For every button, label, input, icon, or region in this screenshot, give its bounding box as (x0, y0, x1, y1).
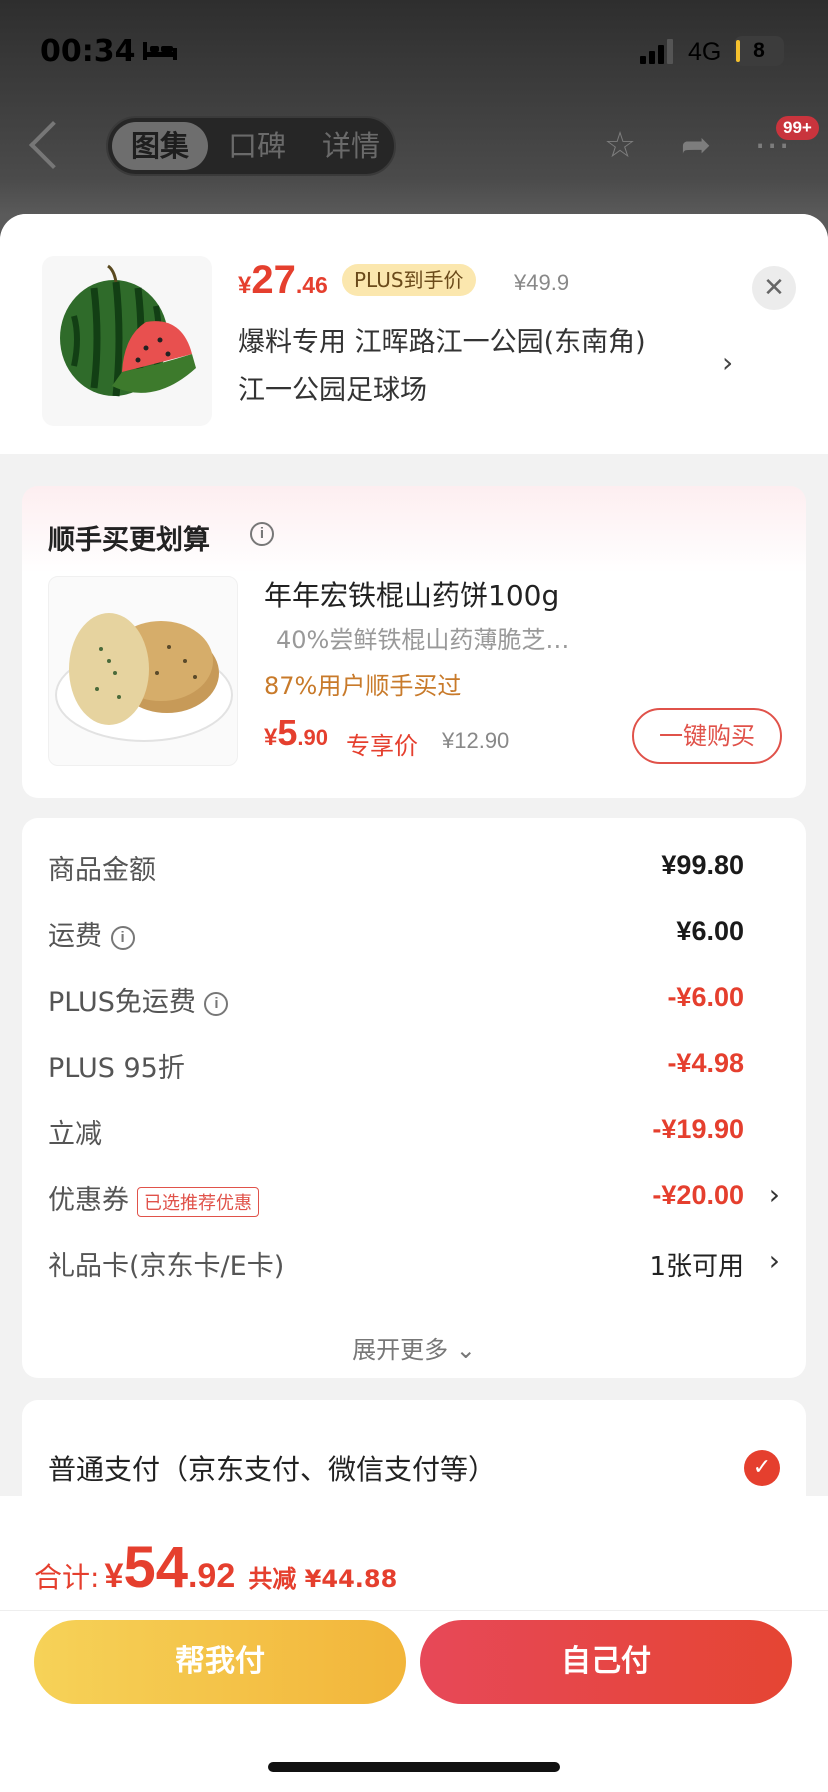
signal-icon (640, 38, 674, 64)
message-count-badge: 99+ (776, 116, 819, 140)
summary-row-goods-amount: 商品金额 ¥99.80 (48, 850, 744, 886)
tab-reviews[interactable]: 口碑 (212, 118, 302, 174)
summary-row-gift-card[interactable]: 礼品卡(京东卡/E卡) 1张可用 › (48, 1244, 780, 1284)
pay-myself-button[interactable]: 自己付 (420, 1620, 792, 1704)
chevron-right-icon[interactable]: › (722, 346, 733, 379)
order-total: 合计: ¥54.92 共减 ¥44.88 (34, 1535, 398, 1600)
share-icon[interactable]: ➦ (676, 126, 716, 166)
status-time: 00:34 (40, 34, 136, 69)
network-type: 4G (688, 38, 722, 66)
upsell-product-desc: 40%尝鲜铁棍山药薄脆芝… (276, 626, 570, 654)
tab-details[interactable]: 详情 (306, 118, 396, 174)
summary-row-coupon[interactable]: 优惠券 已选推荐优惠 -¥20.00 › (48, 1178, 780, 1218)
nav-tab-switcher: 图集 口碑 详情 (106, 116, 396, 176)
tab-gallery[interactable]: 图集 (112, 122, 208, 170)
status-bar: 00:34 4G 8 (0, 0, 828, 100)
delivery-address-line2[interactable]: 江一公园足球场 (238, 368, 427, 407)
close-icon[interactable]: ✕ (752, 266, 796, 310)
summary-row-instant-reduction: 立减 -¥19.90 (48, 1114, 744, 1150)
exclusive-price-label: 专享价 (346, 732, 418, 760)
summary-row-plus-discount: PLUS 95折 -¥4.98 (48, 1048, 744, 1084)
chevron-right-icon[interactable]: › (769, 1178, 780, 1211)
upsell-price: ¥5.90 (264, 712, 328, 753)
upsell-product-name[interactable]: 年年宏铁棍山药饼100g (264, 574, 559, 614)
upsell-product-image[interactable] (48, 576, 238, 766)
back-icon[interactable] (28, 120, 78, 170)
summary-row-plus-free-shipping: PLUS免运费 i -¥6.00 (48, 982, 744, 1018)
coupon-recommended-tag: 已选推荐优惠 (137, 1186, 259, 1217)
upsell-title: 顺手买更划算 (48, 525, 210, 556)
battery-icon: 8 (734, 36, 784, 66)
watermelon-icon (60, 264, 196, 397)
upsell-original-price: ¥12.90 (442, 728, 510, 753)
sleep-mode-icon (143, 42, 177, 60)
footer-divider (0, 1610, 828, 1611)
total-saved: 共减 ¥44.88 (248, 1565, 398, 1593)
plus-price-tag: PLUS到手价 (342, 264, 476, 296)
favorite-star-icon[interactable]: ☆ (600, 126, 640, 166)
product-price: ¥27.46 (238, 258, 328, 302)
product-image (42, 256, 212, 426)
checkout-footer: 合计: ¥54.92 共减 ¥44.88 帮我付 自己付 (0, 1496, 828, 1792)
chevron-right-icon[interactable]: › (769, 1244, 780, 1277)
payment-method-label[interactable]: 普通支付（京东支付、微信支付等） (48, 1448, 496, 1488)
product-summary: ¥27.46 PLUS到手价 ¥49.9 ✕ 爆料专用 江晖路江一公园(东南角)… (0, 214, 828, 454)
delivery-address-line1[interactable]: 爆料专用 江晖路江一公园(东南角) (238, 320, 646, 359)
product-nav-bar: 图集 口碑 详情 ☆ ➦ ⋯ (0, 110, 828, 180)
price-summary-card: 商品金额 ¥99.80 运费 i ¥6.00 PLUS免运费 i -¥6.00 … (22, 818, 806, 1378)
summary-row-shipping: 运费 i ¥6.00 (48, 916, 744, 952)
upsell-buy-stat: 87%用户顺手买过 (264, 672, 462, 700)
expand-more-button[interactable]: 展开更多 ⌄ (22, 1330, 806, 1365)
chevron-down-icon: ⌄ (455, 1336, 476, 1364)
original-price: ¥49.9 (514, 270, 570, 295)
info-icon[interactable]: i (110, 925, 135, 950)
help-me-pay-button[interactable]: 帮我付 (34, 1620, 406, 1704)
info-icon[interactable]: i (250, 522, 274, 546)
checkmark-icon[interactable]: ✓ (744, 1450, 780, 1486)
upsell-card: 顺手买更划算 i 年年宏铁棍山药饼100g 40%尝鲜铁棍山药薄脆芝… 87%用… (22, 486, 806, 798)
home-indicator[interactable] (268, 1762, 560, 1772)
yam-crackers-icon (55, 613, 233, 742)
one-click-buy-button[interactable]: 一键购买 (632, 708, 782, 764)
info-icon[interactable]: i (204, 991, 229, 1016)
